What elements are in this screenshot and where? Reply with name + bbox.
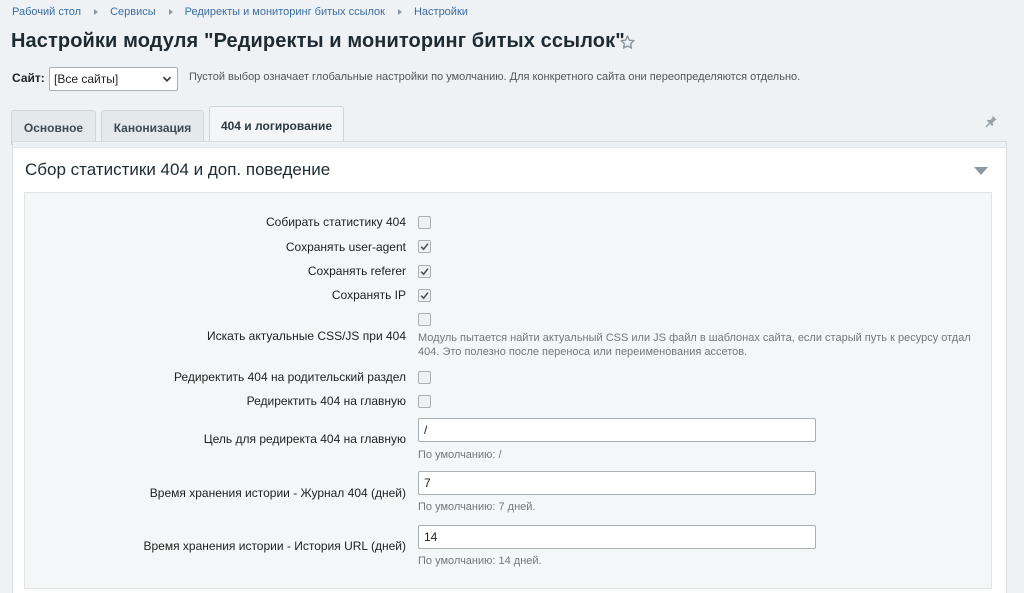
site-label: Сайт: <box>12 71 45 85</box>
breadcrumb-separator-icon <box>168 9 173 15</box>
save-ip-checkbox[interactable] <box>418 289 431 302</box>
redirect-target-input[interactable]: / <box>418 418 816 442</box>
journal-retention-label: Время хранения истории - Журнал 404 (дне… <box>149 486 406 500</box>
tab-404-logging[interactable]: 404 и логирование <box>209 106 344 144</box>
site-hint: Пустой выбор означает глобальные настрой… <box>189 71 801 83</box>
redirect-target-hint: По умолчанию: / <box>418 449 502 461</box>
find-css-js-checkbox[interactable] <box>418 313 431 326</box>
save-referer-label: Сохранять referer <box>307 264 406 278</box>
url-history-retention-label: Время хранения истории - История URL (дн… <box>143 539 407 553</box>
journal-retention-hint: По умолчанию: 7 дней. <box>418 501 536 513</box>
url-history-retention-hint: По умолчанию: 14 дней. <box>418 555 542 567</box>
breadcrumb-services[interactable]: Сервисы <box>110 6 156 18</box>
url-history-retention-input[interactable]: 14 <box>418 525 816 549</box>
section-body: Собирать статистику 404 Сохранять user-a… <box>24 192 992 589</box>
save-user-agent-label: Сохранять user-agent <box>285 240 406 254</box>
check-icon <box>420 292 429 300</box>
save-user-agent-checkbox[interactable] <box>418 240 431 253</box>
tab-bar: Основное Канонизация 404 и логирование <box>11 106 349 145</box>
tab-main[interactable]: Основное <box>11 110 96 145</box>
chevron-down-icon <box>162 76 172 82</box>
breadcrumb-desktop[interactable]: Рабочий стол <box>12 6 81 18</box>
breadcrumb-separator-icon <box>397 9 402 15</box>
journal-retention-input[interactable]: 7 <box>418 471 816 495</box>
collect-stats-checkbox[interactable] <box>418 216 431 229</box>
check-icon <box>420 268 429 276</box>
redirect-parent-label: Редиректить 404 на родительский раздел <box>174 370 406 384</box>
find-css-js-note: Модуль пытается найти актуальный CSS или… <box>418 332 971 358</box>
panel-top-strip <box>13 142 1006 148</box>
redirect-home-label: Редиректить 404 на главную <box>246 394 406 408</box>
collapse-triangle-icon[interactable] <box>973 166 989 176</box>
check-icon <box>420 243 429 251</box>
breadcrumb-redirects[interactable]: Редиректы и мониторинг битых ссылок <box>185 6 385 18</box>
breadcrumb-settings[interactable]: Настройки <box>414 6 468 18</box>
pin-icon[interactable] <box>984 114 998 128</box>
save-ip-label: Сохранять IP <box>331 288 406 302</box>
redirect-parent-checkbox[interactable] <box>418 371 431 384</box>
site-select-value: [Все сайты] <box>54 72 119 86</box>
site-select[interactable]: [Все сайты] <box>49 67 178 91</box>
redirect-home-checkbox[interactable] <box>418 395 431 408</box>
redirect-target-label: Цель для редиректа 404 на главную <box>203 432 406 446</box>
find-css-js-label: Искать актуальные CSS/JS при 404 <box>207 329 406 343</box>
section-title: Сбор статистики 404 и доп. поведение <box>25 160 331 179</box>
breadcrumb: Рабочий стол Сервисы Редиректы и монитор… <box>12 5 468 19</box>
settings-panel: Сбор статистики 404 и доп. поведение Соб… <box>12 141 1007 593</box>
breadcrumb-separator-icon <box>94 9 99 15</box>
tab-canonization[interactable]: Канонизация <box>101 110 204 145</box>
collect-stats-label: Собирать статистику 404 <box>266 215 406 229</box>
star-icon[interactable] <box>619 34 636 51</box>
page-title: Настройки модуля "Редиректы и мониторинг… <box>11 30 625 52</box>
save-referer-checkbox[interactable] <box>418 265 431 278</box>
